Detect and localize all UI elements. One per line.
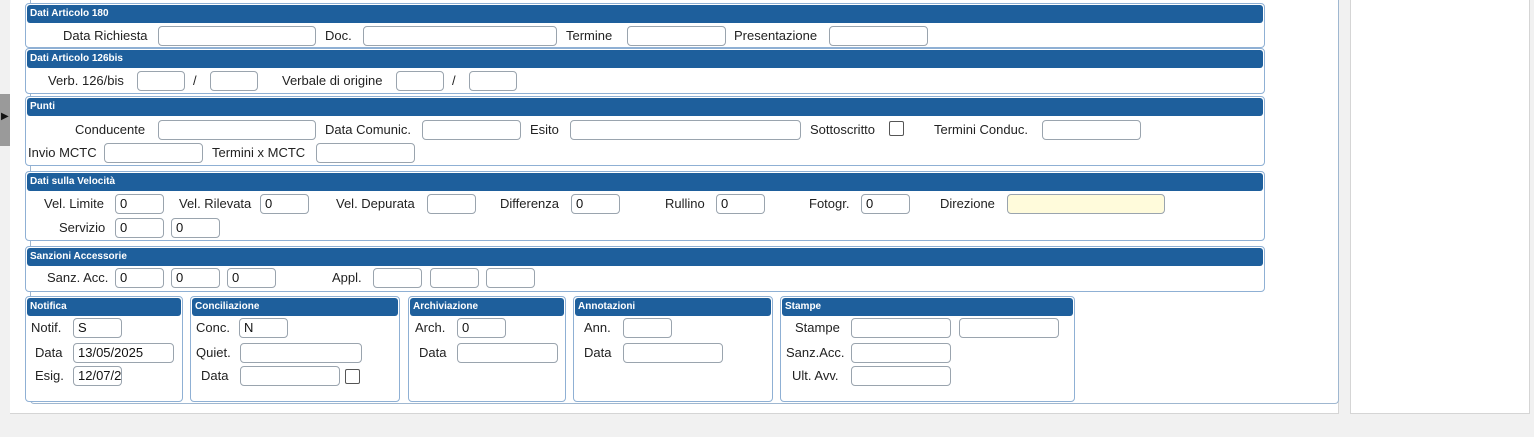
conc-label: Conc.	[196, 320, 230, 335]
stampe-field-2[interactable]	[959, 318, 1059, 338]
section-annotazioni-title: Annotazioni	[575, 298, 771, 316]
termini-conduc-field[interactable]	[1042, 120, 1141, 140]
presentazione-field[interactable]	[829, 26, 928, 46]
doc-label: Doc.	[325, 28, 352, 43]
differenza-label: Differenza	[500, 196, 560, 211]
rullino-field[interactable]: 0	[716, 194, 765, 214]
sottoscritto-label: Sottoscritto	[810, 122, 876, 137]
data-richiesta-label: Data Richiesta	[63, 28, 148, 43]
sanz-acc-field-3[interactable]: 0	[227, 268, 276, 288]
servizio-label: Servizio	[59, 220, 106, 235]
right-panel	[1350, 0, 1530, 414]
esito-label: Esito	[530, 122, 559, 137]
triangle-right-icon: ▶	[1, 111, 9, 122]
vel-rilevata-label: Vel. Rilevata	[179, 196, 252, 211]
doc-field[interactable]	[363, 26, 557, 46]
vel-limite-label: Vel. Limite	[44, 196, 104, 211]
esito-field[interactable]	[570, 120, 801, 140]
verb-126bis-field-2[interactable]	[210, 71, 258, 91]
ann-label: Ann.	[584, 320, 611, 335]
slash-separator: /	[452, 73, 456, 88]
notif-label: Notif.	[31, 320, 62, 335]
section-art126bis-title: Dati Articolo 126bis	[27, 50, 1263, 68]
section-archiviazione-title: Archiviazione	[410, 298, 564, 316]
arch-field[interactable]: 0	[457, 318, 506, 338]
conciliazione-checkbox[interactable]	[345, 369, 360, 384]
termini-mctc-field[interactable]	[316, 143, 415, 163]
differenza-field[interactable]: 0	[571, 194, 620, 214]
servizio-field-2[interactable]: 0	[171, 218, 220, 238]
section-punti-title: Punti	[27, 98, 1263, 116]
invio-mctc-field[interactable]	[104, 143, 203, 163]
verbale-origine-field-1[interactable]	[396, 71, 444, 91]
appl-label: Appl.	[332, 270, 362, 285]
termine-label: Termine	[566, 28, 613, 43]
vel-limite-field[interactable]: 0	[115, 194, 164, 214]
fotogr-label: Fotogr.	[809, 196, 850, 211]
ann-field[interactable]	[623, 318, 672, 338]
servizio-field-1[interactable]: 0	[115, 218, 164, 238]
data-comunic-label: Data Comunic.	[325, 122, 411, 137]
fotogr-field[interactable]: 0	[861, 194, 910, 214]
invio-mctc-label: Invio MCTC	[28, 145, 97, 160]
stampe-label: Stampe	[795, 320, 840, 335]
stampe-sanz-acc-label: Sanz.Acc.	[786, 345, 845, 360]
stampe-sanz-acc-field[interactable]	[851, 343, 951, 363]
esig-field[interactable]: 12/07/2(	[73, 366, 122, 386]
conducente-field[interactable]	[158, 120, 316, 140]
esig-label: Esig.	[35, 368, 64, 383]
appl-field-3[interactable]	[486, 268, 535, 288]
rullino-label: Rullino	[665, 196, 705, 211]
vel-depurata-label: Vel. Depurata	[336, 196, 415, 211]
appl-field-1[interactable]	[373, 268, 422, 288]
sidebar-toggle[interactable]: ▶	[0, 94, 10, 146]
section-stampe-title: Stampe	[782, 298, 1073, 316]
annotazioni-data-field[interactable]	[623, 343, 723, 363]
verbale-origine-field-2[interactable]	[469, 71, 517, 91]
arch-label: Arch.	[415, 320, 446, 335]
vel-rilevata-field[interactable]: 0	[260, 194, 309, 214]
sanz-acc-label: Sanz. Acc.	[47, 270, 109, 285]
section-conciliazione-title: Conciliazione	[192, 298, 398, 316]
ult-avv-label: Ult. Avv.	[792, 368, 839, 383]
quiet-field[interactable]	[240, 343, 362, 363]
conc-field[interactable]: N	[239, 318, 288, 338]
termine-field[interactable]	[627, 26, 726, 46]
vel-depurata-field[interactable]	[427, 194, 476, 214]
direzione-field[interactable]	[1007, 194, 1165, 214]
data-richiesta-field[interactable]	[158, 26, 316, 46]
slash-separator: /	[193, 73, 197, 88]
verbale-origine-label: Verbale di origine	[282, 73, 383, 88]
archiviazione-data-field[interactable]	[457, 343, 558, 363]
presentazione-label: Presentazione	[734, 28, 818, 43]
section-velocita-title: Dati sulla Velocità	[27, 173, 1263, 191]
ult-avv-field[interactable]	[851, 366, 951, 386]
notif-field[interactable]: S	[73, 318, 122, 338]
conciliazione-data-label: Data	[201, 368, 229, 383]
sottoscritto-checkbox[interactable]	[889, 121, 904, 136]
termini-conduc-label: Termini Conduc.	[934, 122, 1028, 137]
section-notifica-title: Notifica	[27, 298, 181, 316]
sanz-acc-field-2[interactable]: 0	[171, 268, 220, 288]
archiviazione-data-label: Data	[419, 345, 447, 360]
notifica-data-label: Data	[35, 345, 63, 360]
quiet-label: Quiet.	[196, 345, 231, 360]
sanz-acc-field-1[interactable]: 0	[115, 268, 164, 288]
verb-126bis-label: Verb. 126/bis	[48, 73, 124, 88]
conciliazione-data-field[interactable]	[240, 366, 340, 386]
appl-field-2[interactable]	[430, 268, 479, 288]
section-sanzioni-title: Sanzioni Accessorie	[27, 248, 1263, 266]
section-art180-title: Dati Articolo 180	[27, 5, 1263, 23]
data-comunic-field[interactable]	[422, 120, 521, 140]
verb-126bis-field-1[interactable]	[137, 71, 185, 91]
notifica-data-field[interactable]: 13/05/2025	[73, 343, 174, 363]
termini-mctc-label: Termini x MCTC	[212, 145, 306, 160]
conducente-label: Conducente	[75, 122, 146, 137]
stampe-field-1[interactable]	[851, 318, 951, 338]
annotazioni-data-label: Data	[584, 345, 612, 360]
direzione-label: Direzione	[940, 196, 995, 211]
